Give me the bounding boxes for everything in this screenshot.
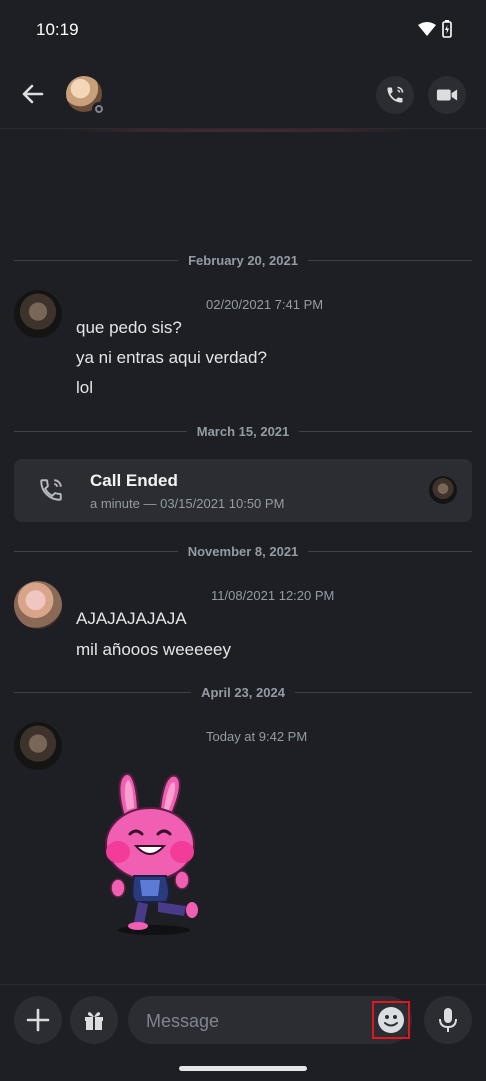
date-label: March 15, 2021	[196, 423, 290, 439]
message-text[interactable]: lol	[76, 378, 93, 398]
call-title: Call Ended	[90, 471, 178, 490]
date-divider: March 15, 2021	[14, 421, 473, 441]
contact-avatar[interactable]	[66, 76, 106, 116]
message-timestamp: 11/08/2021 12:20 PM	[211, 588, 335, 603]
video-camera-icon	[436, 89, 458, 101]
date-divider: April 23, 2024	[14, 682, 473, 702]
message-timestamp: 02/20/2021 7:41 PM	[206, 297, 324, 312]
date-divider: November 8, 2021	[14, 541, 473, 561]
gift-button[interactable]	[70, 996, 118, 1044]
plus-icon	[26, 1008, 50, 1032]
message-composer	[0, 984, 486, 1081]
microphone-icon	[439, 1008, 457, 1032]
voice-message-button[interactable]	[424, 996, 472, 1044]
sender-avatar[interactable]	[14, 581, 62, 629]
message-timestamp: Today at 9:42 PM	[206, 729, 308, 744]
phone-icon	[387, 86, 404, 103]
call-subtitle: a minute — 03/15/2021 10:50 PM	[90, 496, 285, 511]
emoji-button[interactable]	[372, 1001, 410, 1039]
date-label: November 8, 2021	[187, 543, 299, 559]
video-call-button[interactable]	[428, 76, 466, 114]
battery-icon	[442, 20, 452, 43]
date-label: February 20, 2021	[188, 252, 298, 268]
message-text[interactable]: ya ni entras aqui verdad?	[76, 348, 267, 368]
status-bar: 10:19	[0, 0, 486, 60]
status-time: 10:19	[36, 20, 79, 39]
home-indicator[interactable]	[179, 1066, 307, 1071]
back-button[interactable]	[18, 79, 48, 109]
conversation-header	[0, 60, 486, 129]
sender-avatar[interactable]	[14, 290, 62, 338]
gift-icon	[85, 1012, 103, 1030]
message-text[interactable]: mil añooos weeeeey	[76, 640, 231, 660]
message-input-container[interactable]	[128, 996, 412, 1046]
message-text[interactable]: que pedo sis?	[76, 318, 182, 338]
offline-status-icon	[92, 102, 106, 116]
message-text[interactable]: AJAJAJAJAJA	[76, 609, 187, 629]
attach-button[interactable]	[14, 996, 62, 1044]
arrow-left-icon	[22, 84, 44, 104]
date-label: April 23, 2024	[201, 684, 285, 700]
phone-call-icon	[38, 477, 64, 508]
message-input[interactable]	[144, 996, 368, 1046]
call-participant-avatar	[429, 476, 457, 504]
smiley-face-icon	[378, 1007, 404, 1033]
bunny-sticker[interactable]	[100, 770, 208, 938]
date-divider: February 20, 2021	[14, 250, 473, 270]
header-decoration	[70, 129, 410, 132]
wifi-icon	[418, 22, 436, 41]
call-ended-card[interactable]: Call Ended a minute — 03/15/2021 10:50 P…	[14, 459, 472, 522]
voice-call-button[interactable]	[376, 76, 414, 114]
sender-avatar[interactable]	[14, 722, 62, 770]
